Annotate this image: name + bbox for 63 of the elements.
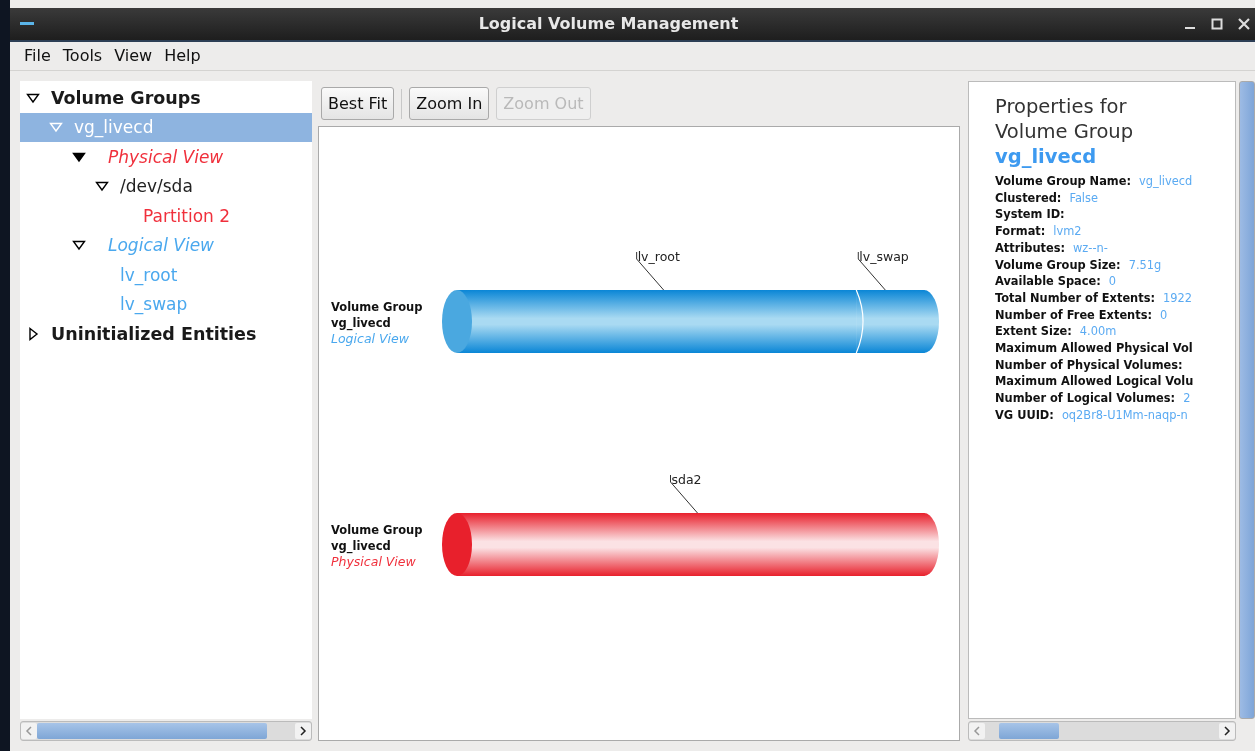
- volume-segment[interactable]: [856, 290, 925, 353]
- property-label: Total Number of Extents:: [995, 289, 1155, 307]
- property-value: oq2Br8-U1Mm-naqp-n: [1061, 406, 1188, 424]
- volume-group-label: Volume Group: [331, 299, 423, 314]
- menu-item[interactable]: Help: [158, 46, 207, 66]
- property-value: False: [1069, 189, 1098, 207]
- property-label: Number of Logical Volumes:: [995, 390, 1176, 407]
- expand-arrow-icon[interactable]: [26, 326, 40, 341]
- tree-item[interactable]: Partition 2: [20, 201, 312, 231]
- tree-item[interactable]: Volume Groups: [20, 83, 312, 113]
- toolbar-button[interactable]: Zoom In: [409, 87, 490, 120]
- scroll-right-icon[interactable]: [1219, 723, 1235, 739]
- property-value: 0: [1108, 273, 1117, 290]
- property-label: Format:: [995, 223, 1046, 240]
- segment-label: lv_root: [637, 249, 680, 264]
- property-value: 2: [1183, 390, 1191, 407]
- tree-item[interactable]: Physical View: [20, 142, 312, 172]
- volume-group-label: vg_livecd: [331, 538, 391, 553]
- property-label: Maximum Allowed Logical Volu: [995, 373, 1194, 391]
- properties-title: Volume Group: [995, 119, 1135, 144]
- tree-item[interactable]: /dev/sda: [20, 171, 312, 201]
- property-label: Number of Physical Volumes:: [995, 356, 1183, 374]
- volume-group-label: Volume Group: [331, 522, 423, 537]
- property-label: Extent Size:: [995, 323, 1072, 341]
- segment-label: lv_swap: [859, 249, 909, 264]
- property-label: Available Space:: [995, 273, 1101, 290]
- property-label: VG UUID:: [995, 406, 1054, 424]
- properties-title: Properties for: [995, 94, 1128, 119]
- property-label: Attributes:: [995, 239, 1065, 257]
- property-value: 1922: [1163, 289, 1192, 307]
- property-label: Number of Free Extents:: [995, 306, 1152, 324]
- app-icon: [20, 22, 34, 26]
- volume-group-name: vg_livecd: [995, 144, 1098, 169]
- segment-label: sda2: [671, 472, 702, 487]
- toolbar-button[interactable]: Best Fit: [321, 87, 395, 120]
- property-value: 4.00m: [1079, 323, 1117, 341]
- volume-segment[interactable]: [457, 290, 857, 353]
- menu-item[interactable]: View: [108, 46, 159, 66]
- property-label: Clustered:: [995, 189, 1062, 207]
- menu-item[interactable]: File: [18, 46, 57, 66]
- horizontal-scrollbar[interactable]: [20, 721, 312, 741]
- view-label: Logical View: [331, 330, 409, 346]
- window-title: Logical Volume Management: [477, 14, 740, 34]
- property-value: wz--n-: [1073, 239, 1108, 257]
- scroll-left-icon[interactable]: [21, 723, 37, 739]
- scroll-right-icon[interactable]: [295, 723, 311, 739]
- property-value: lvm2: [1053, 223, 1082, 240]
- scroll-left-icon[interactable]: [969, 723, 985, 739]
- property-label: Maximum Allowed Physical Vol: [995, 340, 1193, 357]
- horizontal-scrollbar[interactable]: [968, 721, 1236, 741]
- property-label: Volume Group Size:: [995, 256, 1121, 274]
- maximize-icon[interactable]: [1210, 16, 1224, 31]
- menu-item[interactable]: Tools: [56, 46, 109, 66]
- volume-group-label: vg_livecd: [331, 315, 391, 330]
- property-value: 0: [1160, 306, 1168, 324]
- view-label: Physical View: [331, 553, 416, 569]
- property-label: System ID:: [995, 206, 1065, 224]
- vertical-scrollbar[interactable]: [1239, 81, 1255, 719]
- property-value: 7.51g: [1128, 256, 1162, 274]
- tree-item[interactable]: Uninitialized Entities: [20, 319, 312, 349]
- close-icon[interactable]: [1237, 16, 1251, 31]
- property-label: Volume Group Name:: [995, 173, 1131, 190]
- property-value: vg_livecd: [1139, 173, 1193, 190]
